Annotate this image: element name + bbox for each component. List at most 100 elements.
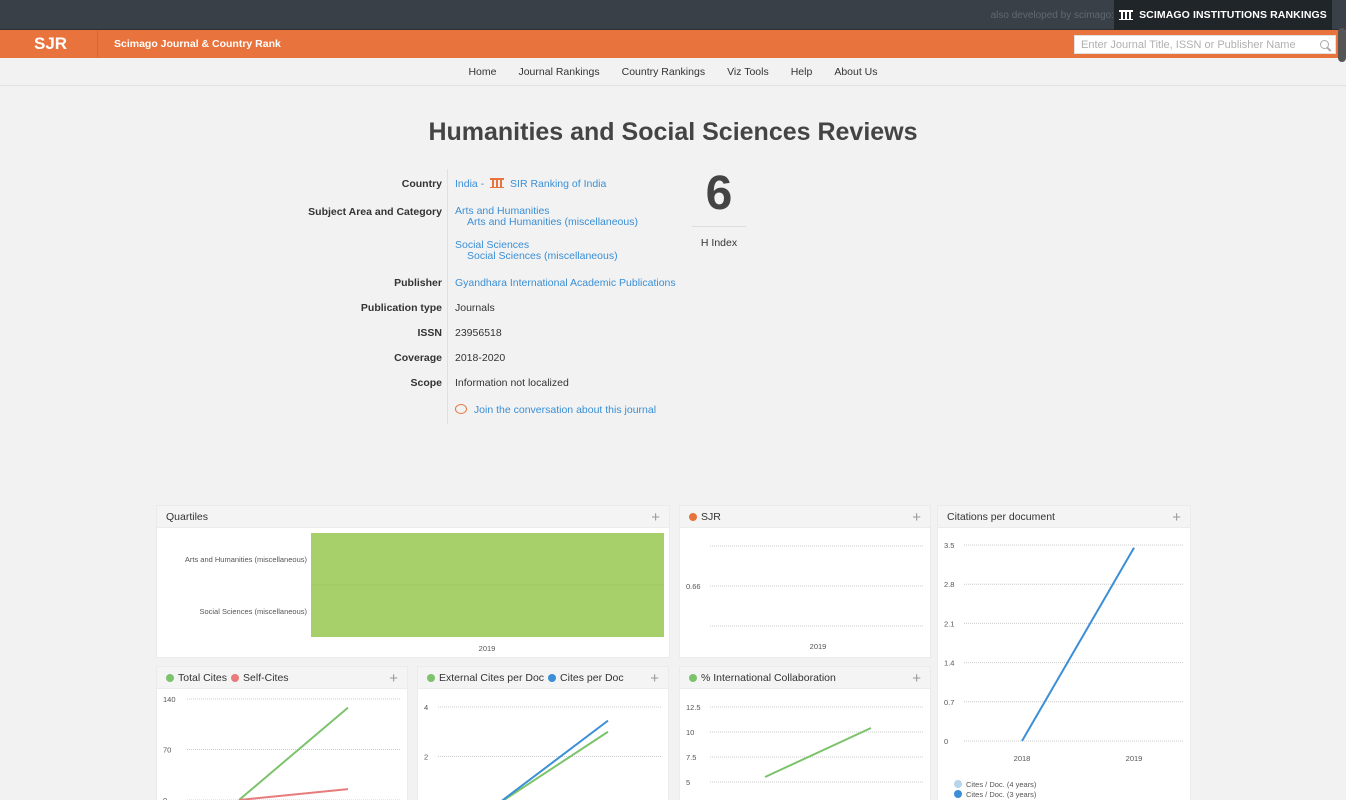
nav-home[interactable]: Home bbox=[468, 66, 496, 78]
divider bbox=[692, 226, 746, 227]
expand-icon[interactable]: + bbox=[912, 509, 921, 526]
country-value: India - SIR Ranking of India bbox=[455, 178, 607, 190]
legend-dot bbox=[166, 673, 174, 682]
expand-icon[interactable]: + bbox=[389, 670, 398, 687]
y-tick: 0.7 bbox=[944, 698, 954, 707]
issn-label: ISSN bbox=[417, 327, 442, 339]
x-tick: 2019 bbox=[810, 642, 827, 651]
sjr-panel: SJR + 0.66 2019 bbox=[679, 505, 931, 658]
y-tick: 10 bbox=[686, 728, 694, 737]
nav-country-rankings[interactable]: Country Rankings bbox=[622, 66, 705, 78]
legend-dot bbox=[954, 790, 962, 798]
x-tick: 2019 bbox=[479, 644, 496, 653]
info-divider bbox=[447, 169, 448, 424]
category-link[interactable]: Social Sciences (miscellaneous) bbox=[455, 251, 618, 262]
coverage-value: 2018-2020 bbox=[455, 352, 506, 364]
panel-title: SJR bbox=[701, 510, 721, 523]
publisher-link[interactable]: Gyandhara International Academic Publica… bbox=[455, 277, 676, 289]
divider bbox=[97, 30, 98, 58]
category-label: Social Sciences (miscellaneous) bbox=[199, 607, 307, 616]
publisher-label: Publisher bbox=[394, 277, 442, 289]
h-index-value: 6 bbox=[705, 167, 733, 220]
legend-label: Cites / Doc. (4 years) bbox=[966, 780, 1037, 789]
site-name[interactable]: Scimago Journal & Country Rank bbox=[114, 38, 281, 50]
series-line bbox=[1021, 547, 1135, 742]
series-line bbox=[238, 788, 349, 800]
top-bar: also developed by scimago: SCIMAGO INSTI… bbox=[0, 0, 1346, 30]
y-tick: 12.5 bbox=[686, 703, 701, 712]
sir-rankings-label: SCIMAGO INSTITUTIONS RANKINGS bbox=[1139, 9, 1327, 21]
x-tick: 2018 bbox=[1014, 754, 1031, 763]
issn-value: 23956518 bbox=[455, 327, 502, 339]
y-tick: 7.5 bbox=[686, 753, 696, 762]
international-collaboration-panel: % International Collaboration + 5 7.5 10 12.… bbox=[679, 666, 931, 800]
y-tick: 1.4 bbox=[944, 659, 954, 668]
legend-external-cites: External Cites per Doc bbox=[439, 671, 545, 684]
y-tick: 140 bbox=[163, 695, 176, 704]
country-label: Country bbox=[401, 178, 442, 190]
external-cites-chart: 024 bbox=[424, 703, 662, 800]
y-tick: 5 bbox=[686, 778, 690, 787]
pubtype-label: Publication type bbox=[360, 302, 442, 314]
expand-icon[interactable]: + bbox=[912, 670, 921, 687]
y-tick: 0 bbox=[163, 796, 167, 800]
search-input[interactable] bbox=[1081, 38, 1311, 51]
subject-area-2: Social Sciences Social Sciences (miscell… bbox=[455, 240, 618, 262]
nav-help[interactable]: Help bbox=[791, 66, 813, 78]
sjr-logo[interactable]: SJR bbox=[34, 34, 67, 54]
sjr-chart: 0.66 2019 bbox=[686, 545, 923, 651]
y-tick: 0.66 bbox=[686, 582, 701, 591]
expand-icon[interactable]: + bbox=[650, 670, 659, 687]
legend-dot bbox=[689, 512, 697, 521]
h-index-label: H Index bbox=[700, 237, 738, 249]
legend-dot bbox=[954, 780, 962, 788]
search-icon[interactable] bbox=[1320, 40, 1329, 49]
category-label: Arts and Humanities (miscellaneous) bbox=[185, 555, 308, 564]
h-index-box: 6 H Index bbox=[692, 168, 746, 249]
legend-dot bbox=[427, 673, 435, 682]
y-tick: 4 bbox=[424, 703, 428, 712]
series-line bbox=[764, 727, 872, 778]
subject-area-1: Arts and Humanities Arts and Humanities … bbox=[455, 206, 638, 228]
quartiles-chart: Arts and Humanities (miscellaneous) Soci… bbox=[185, 533, 664, 653]
citations-chart: 0 0.7 1.4 2.1 2.8 3.5 2018 2019 Cites / Doc. (4 … bbox=[944, 541, 1184, 799]
sir-ranking-link[interactable]: SIR Ranking of India bbox=[510, 178, 606, 190]
legend-dot bbox=[231, 673, 240, 682]
y-tick: 2.1 bbox=[944, 619, 954, 628]
nav-journal-rankings[interactable]: Journal Rankings bbox=[518, 66, 599, 78]
international-collaboration-chart: 5 7.5 10 12.5 bbox=[686, 703, 924, 787]
total-cites-panel: Total Cites Self-Cites + 0 70 140 bbox=[156, 666, 408, 800]
y-tick: 2 bbox=[424, 753, 428, 762]
y-tick: 2.8 bbox=[944, 580, 954, 589]
quartiles-panel: Quartiles + Arts and Humanities (miscella… bbox=[156, 505, 670, 658]
scrollbar-thumb[interactable] bbox=[1338, 28, 1346, 62]
total-cites-chart: 0 70 140 bbox=[163, 695, 401, 800]
series-line bbox=[501, 719, 609, 800]
brand-bar: SJR Scimago Journal & Country Rank bbox=[0, 30, 1346, 58]
series-line bbox=[238, 706, 349, 800]
expand-icon[interactable]: + bbox=[1172, 509, 1181, 526]
sir-rankings-link[interactable]: SCIMAGO INSTITUTIONS RANKINGS bbox=[1114, 0, 1332, 30]
subject-label: Subject Area and Category bbox=[308, 206, 442, 218]
legend-self-cites: Self-Cites bbox=[243, 671, 289, 684]
external-cites-panel: External Cites per DocCites per Doc+ 024 bbox=[417, 666, 669, 800]
also-developed-text: also developed by scimago: bbox=[990, 10, 1114, 21]
country-link[interactable]: India bbox=[455, 178, 478, 190]
legend-total-cites: Total Cites bbox=[178, 671, 228, 684]
panel-title: Quartiles bbox=[166, 510, 209, 523]
nav-viz-tools[interactable]: Viz Tools bbox=[727, 66, 769, 78]
nav-about-us[interactable]: About Us bbox=[834, 66, 877, 78]
y-tick: 0 bbox=[944, 737, 948, 746]
main-nav: Home Journal Rankings Country Rankings V… bbox=[0, 58, 1346, 86]
conversation-link[interactable]: Join the conversation about this journal bbox=[474, 404, 656, 416]
pubtype-value: Journals bbox=[455, 302, 495, 314]
citations-per-document-panel: Citations per document + 0 0.7 1.4 2.1 2.8 3.5… bbox=[937, 505, 1191, 800]
panel-title: Citations per document bbox=[947, 510, 1055, 523]
journal-title: Humanities and Social Sciences Reviews bbox=[428, 118, 918, 146]
x-tick: 2019 bbox=[1126, 754, 1143, 763]
series-line bbox=[502, 730, 609, 800]
sir-columns-icon bbox=[490, 178, 505, 188]
category-link[interactable]: Arts and Humanities (miscellaneous) bbox=[455, 217, 638, 228]
legend-dot bbox=[548, 673, 557, 682]
expand-icon[interactable]: + bbox=[651, 509, 660, 526]
